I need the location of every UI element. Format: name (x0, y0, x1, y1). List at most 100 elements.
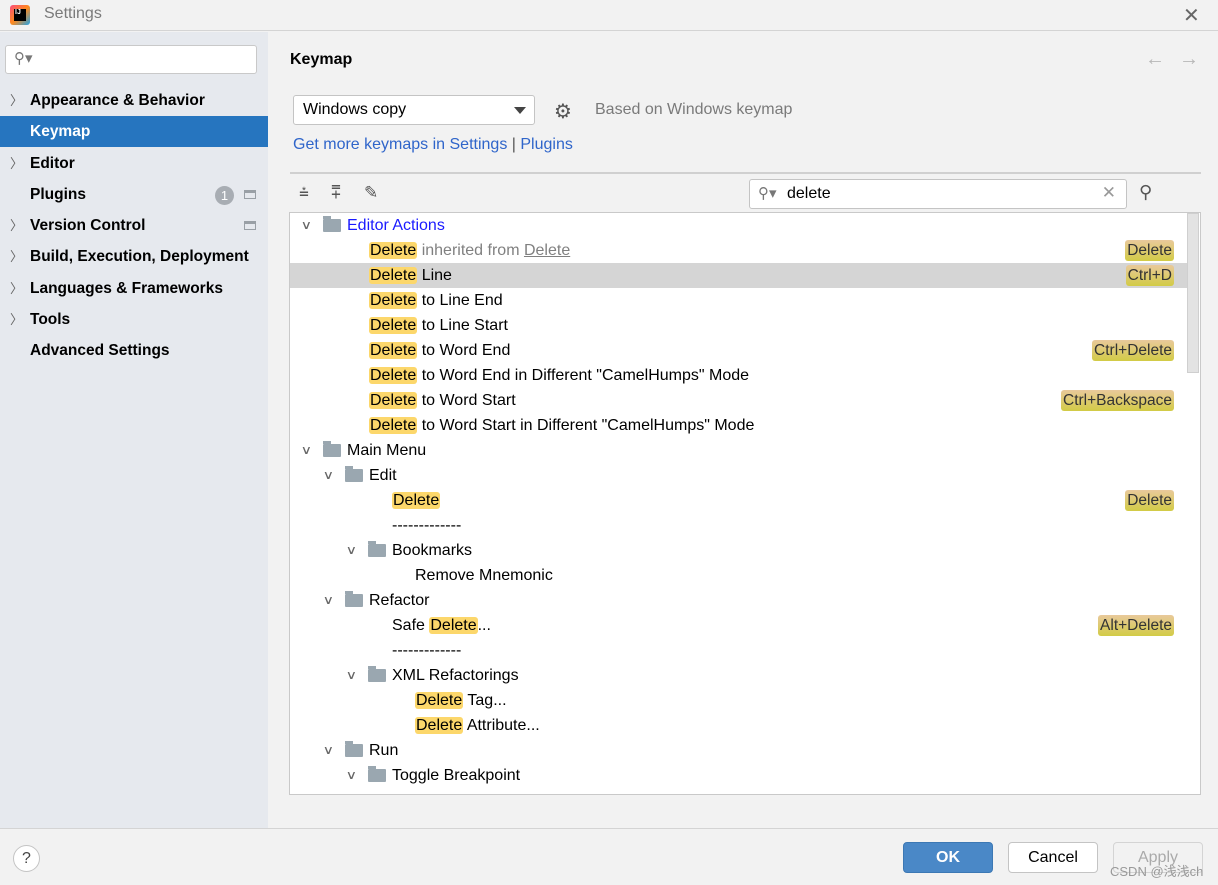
keymap-select[interactable]: Windows copy (293, 95, 535, 125)
gear-icon[interactable]: ⚙ (554, 99, 572, 124)
chevron-right-icon[interactable]: 〉 (10, 273, 23, 304)
sidebar-item-version-control[interactable]: 〉 Version Control (0, 210, 268, 241)
label-text: to Line Start (417, 317, 508, 334)
tree-row-label: Bookmarks (392, 538, 472, 563)
sidebar-item-keymap[interactable]: Keymap (0, 116, 268, 148)
keymap-select-value: Windows copy (303, 101, 407, 118)
plugins-link[interactable]: Plugins (520, 136, 572, 153)
tree-row[interactable]: Safe Delete... Alt+Delete (290, 613, 1188, 638)
label-text: Remove Mnemonic (415, 567, 553, 584)
tree-row[interactable]: ∨ Run (290, 738, 1188, 763)
tree-row[interactable]: ∨ Editor Actions (290, 213, 1188, 238)
search-match-highlight: Delete (392, 492, 441, 509)
back-arrow-icon[interactable]: ← (1145, 48, 1165, 71)
label-text: Toggle Breakpoint (392, 767, 521, 784)
tree-row[interactable]: Delete Delete (290, 488, 1188, 513)
keymap-search-input[interactable]: ⚲▾ delete ✕ (749, 179, 1127, 209)
tree-row-label: Edit (369, 463, 397, 488)
tree-row[interactable]: ∨ Edit (290, 463, 1188, 488)
label-text: XML Refactorings (392, 667, 519, 684)
tree-row-label: ------------- (392, 638, 461, 663)
chevron-right-icon[interactable]: 〉 (10, 241, 23, 272)
tree-row[interactable]: Delete inherited from Delete Delete (290, 238, 1188, 263)
tree-row[interactable]: Delete Tag... (290, 688, 1188, 713)
shortcut-badge: Alt+Delete (1098, 615, 1174, 636)
chevron-down-icon[interactable]: ∨ (346, 763, 357, 788)
find-by-shortcut-icon[interactable]: ⚲ (1139, 182, 1152, 203)
tree-row[interactable]: Delete Line Ctrl+D (290, 263, 1188, 288)
label-text: Editor Actions (347, 217, 445, 234)
search-match-highlight: Delete (369, 242, 418, 259)
sidebar-item-label: Version Control (30, 217, 146, 234)
tree-row[interactable]: Remove Mnemonic (290, 563, 1188, 588)
label-text: to Word End (417, 342, 511, 359)
chevron-down-icon[interactable]: ∨ (323, 738, 334, 763)
get-more-keymaps-link[interactable]: Get more keymaps in Settings (293, 136, 507, 153)
tree-row[interactable]: ∨ XML Refactorings (290, 663, 1188, 688)
sidebar-item-build-execution-deployment[interactable]: 〉 Build, Execution, Deployment (0, 241, 268, 272)
search-match-highlight: Delete (415, 692, 464, 709)
label-text: Bookmarks (392, 542, 473, 559)
sidebar-item-label: Plugins (30, 185, 86, 203)
tree-row-label: Run (369, 738, 398, 763)
chevron-right-icon[interactable]: 〉 (10, 210, 23, 241)
tree-row[interactable]: ------------- (290, 513, 1188, 538)
sidebar-item-plugins[interactable]: Plugins 1 (0, 179, 268, 210)
tree-row[interactable]: Delete Attribute... (290, 713, 1188, 738)
chevron-down-icon[interactable]: ∨ (301, 213, 312, 238)
sidebar-item-tools[interactable]: 〉 Tools (0, 304, 268, 335)
tree-row[interactable]: Delete to Word End in Different "CamelHu… (290, 363, 1188, 388)
chevron-right-icon[interactable]: 〉 (10, 304, 23, 335)
tree-row-label: Remove Mnemonic (415, 563, 553, 588)
search-match-highlight: Delete (369, 392, 418, 409)
chevron-down-icon[interactable]: ∨ (301, 438, 312, 463)
chevron-down-icon[interactable]: ∨ (323, 588, 334, 613)
label-text: ------------- (392, 642, 462, 659)
sidebar-item-editor[interactable]: 〉 Editor (0, 148, 268, 179)
tree-row[interactable]: ------------- (290, 638, 1188, 663)
tree-row[interactable]: ∨ Toggle Breakpoint (290, 763, 1188, 788)
settings-search-input[interactable]: ⚲▾ (5, 45, 257, 74)
search-match-highlight: Delete (369, 267, 418, 284)
inherited-from-link[interactable]: Delete (524, 242, 570, 259)
tree-row[interactable]: Delete to Word Start Ctrl+Backspace (290, 388, 1188, 413)
tree-row-label: XML Refactorings (392, 663, 519, 688)
chevron-right-icon[interactable]: 〉 (10, 148, 23, 179)
tree-row[interactable]: ∨ Refactor (290, 588, 1188, 613)
tree-row[interactable]: Delete to Word End Ctrl+Delete (290, 338, 1188, 363)
collapse-all-icon[interactable]: ⩱ (331, 183, 341, 203)
search-match-highlight: Delete (369, 342, 418, 359)
cancel-button[interactable]: Cancel (1008, 842, 1098, 873)
sidebar-item-languages-frameworks[interactable]: 〉 Languages & Frameworks (0, 273, 268, 304)
sidebar-item-advanced-settings[interactable]: Advanced Settings (0, 335, 268, 366)
expand-all-icon[interactable]: ⩮ (299, 183, 309, 203)
search-match-highlight: Delete (369, 367, 418, 384)
folder-icon (345, 741, 363, 757)
tree-row-label: Safe Delete... (392, 613, 491, 638)
chevron-down-icon[interactable]: ∨ (346, 538, 357, 563)
tree-row-label: Delete to Word End in Different "CamelHu… (369, 363, 749, 388)
tree-row[interactable]: Delete to Line End (290, 288, 1188, 313)
tree-row[interactable]: Delete to Line Start (290, 313, 1188, 338)
tree-row[interactable]: ∨ Bookmarks (290, 538, 1188, 563)
help-button[interactable]: ? (13, 845, 40, 872)
edit-shortcut-icon[interactable]: ✎ (364, 183, 378, 203)
search-icon: ⚲▾ (758, 185, 777, 202)
tree-row-label: Delete inherited from Delete (369, 238, 570, 263)
search-match-highlight: Delete (369, 417, 418, 434)
shortcut-badge: Delete (1125, 240, 1174, 261)
ok-button[interactable]: OK (903, 842, 993, 873)
clear-icon[interactable]: ✕ (1102, 183, 1116, 203)
sidebar-item-appearance-behavior[interactable]: 〉 Appearance & Behavior (0, 85, 268, 116)
vertical-scrollbar[interactable] (1187, 213, 1199, 373)
chevron-down-icon[interactable]: ∨ (323, 463, 334, 488)
sidebar-item-label: Keymap (30, 123, 91, 141)
tree-row[interactable]: Delete to Word Start in Different "Camel… (290, 413, 1188, 438)
tree-row[interactable]: ∨ Main Menu (290, 438, 1188, 463)
tree-row-label: Delete Tag... (415, 688, 507, 713)
chevron-down-icon[interactable]: ∨ (346, 663, 357, 688)
close-icon[interactable]: ✕ (1183, 3, 1200, 28)
chevron-right-icon[interactable]: 〉 (10, 85, 23, 116)
forward-arrow-icon[interactable]: → (1179, 48, 1199, 71)
tree-row-label: Delete to Line Start (369, 313, 508, 338)
